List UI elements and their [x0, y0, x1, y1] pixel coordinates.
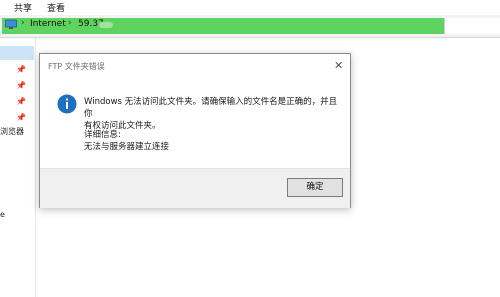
chevron-right-icon: ›: [68, 18, 72, 28]
network-location-icon: [5, 19, 17, 29]
ok-button[interactable]: 确定: [287, 178, 343, 197]
details-text: 无法与服务器建立连接: [84, 142, 170, 152]
sidebar-item-browser[interactable]: 浏览器: [0, 126, 24, 137]
info-icon: [57, 94, 77, 114]
chevron-right-icon: ›: [21, 18, 25, 28]
redacted-address: [99, 22, 113, 28]
error-message-line2: 有权访问此文件夹。: [84, 121, 161, 131]
tab-share[interactable]: 共享: [14, 1, 32, 14]
sidebar-item-e[interactable]: e: [0, 210, 5, 219]
address-bar[interactable]: › Internet › 59.37.: [0, 15, 500, 38]
breadcrumb-internet[interactable]: Internet: [30, 19, 66, 29]
pin-icon: 📌: [16, 97, 26, 106]
sidebar-selected-item[interactable]: [0, 46, 34, 60]
close-icon[interactable]: ✕: [334, 59, 343, 72]
navigation-pane: 📌 📌 📌 📌 浏览器 e: [0, 38, 36, 297]
address-empty-area[interactable]: [444, 18, 500, 34]
pin-icon: 📌: [16, 113, 26, 122]
ftp-error-dialog: FTP 文件夹错误 ✕ Windows 无法访问此文件夹。请确保输入的文件名是正…: [39, 53, 351, 208]
pin-icon: 📌: [16, 81, 26, 90]
error-message-line1: Windows 无法访问此文件夹。请确保输入的文件名是正确的，并且你: [84, 97, 338, 119]
error-message: Windows 无法访问此文件夹。请确保输入的文件名是正确的，并且你 有权访问此…: [84, 96, 339, 132]
ribbon-tabs: 共享 查看: [0, 0, 500, 15]
pin-icon: 📌: [16, 65, 26, 74]
tab-view[interactable]: 查看: [47, 1, 65, 14]
dialog-title: FTP 文件夹错误: [48, 62, 105, 71]
details-heading: 详细信息:: [84, 130, 121, 140]
